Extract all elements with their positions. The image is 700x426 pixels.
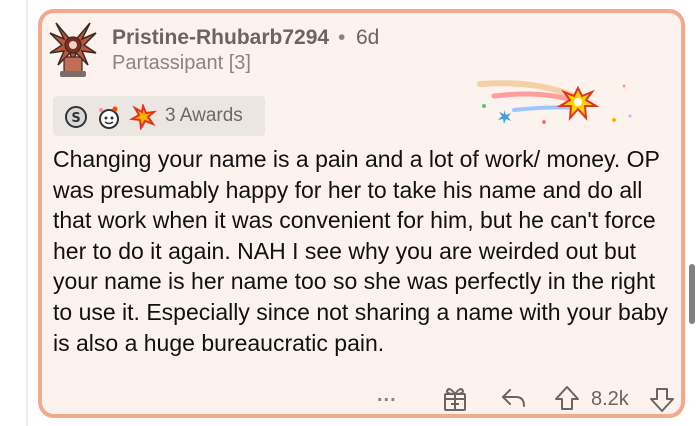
upvote-button[interactable] xyxy=(553,384,581,412)
upvote-arrow-icon xyxy=(555,386,579,410)
silver-award-icon: S xyxy=(65,106,87,128)
thread-line[interactable] xyxy=(26,0,28,426)
avatar[interactable] xyxy=(46,13,100,79)
vote-count: 8.2k xyxy=(591,388,629,410)
give-award-button[interactable] xyxy=(442,384,468,412)
user-flair: Partassipant [3] xyxy=(112,52,251,74)
downvote-button[interactable] xyxy=(648,386,676,414)
reply-arrow-icon xyxy=(502,389,525,407)
demogorgon-avatar-icon xyxy=(49,22,97,77)
scrollbar-thumb[interactable] xyxy=(689,264,695,324)
awards-badge[interactable]: S 3 Awards xyxy=(53,96,265,136)
awards-count-label: 3 Awards xyxy=(165,105,243,126)
comment-age: 6d xyxy=(356,26,380,49)
wholesome-award-icon xyxy=(99,106,119,129)
more-options-button[interactable]: ... xyxy=(377,384,397,414)
svg-text:S: S xyxy=(71,111,80,126)
downvote-arrow-icon xyxy=(650,388,674,412)
award-burst-decoration-icon xyxy=(477,80,632,124)
starstruck-award-icon xyxy=(129,104,157,130)
meta-separator: • xyxy=(338,26,346,49)
username-link[interactable]: Pristine-Rhubarb7294 xyxy=(112,26,329,50)
gift-icon xyxy=(444,388,466,411)
reply-button[interactable] xyxy=(500,386,528,410)
comment-body: Changing your name is a pain and a lot o… xyxy=(53,146,668,356)
